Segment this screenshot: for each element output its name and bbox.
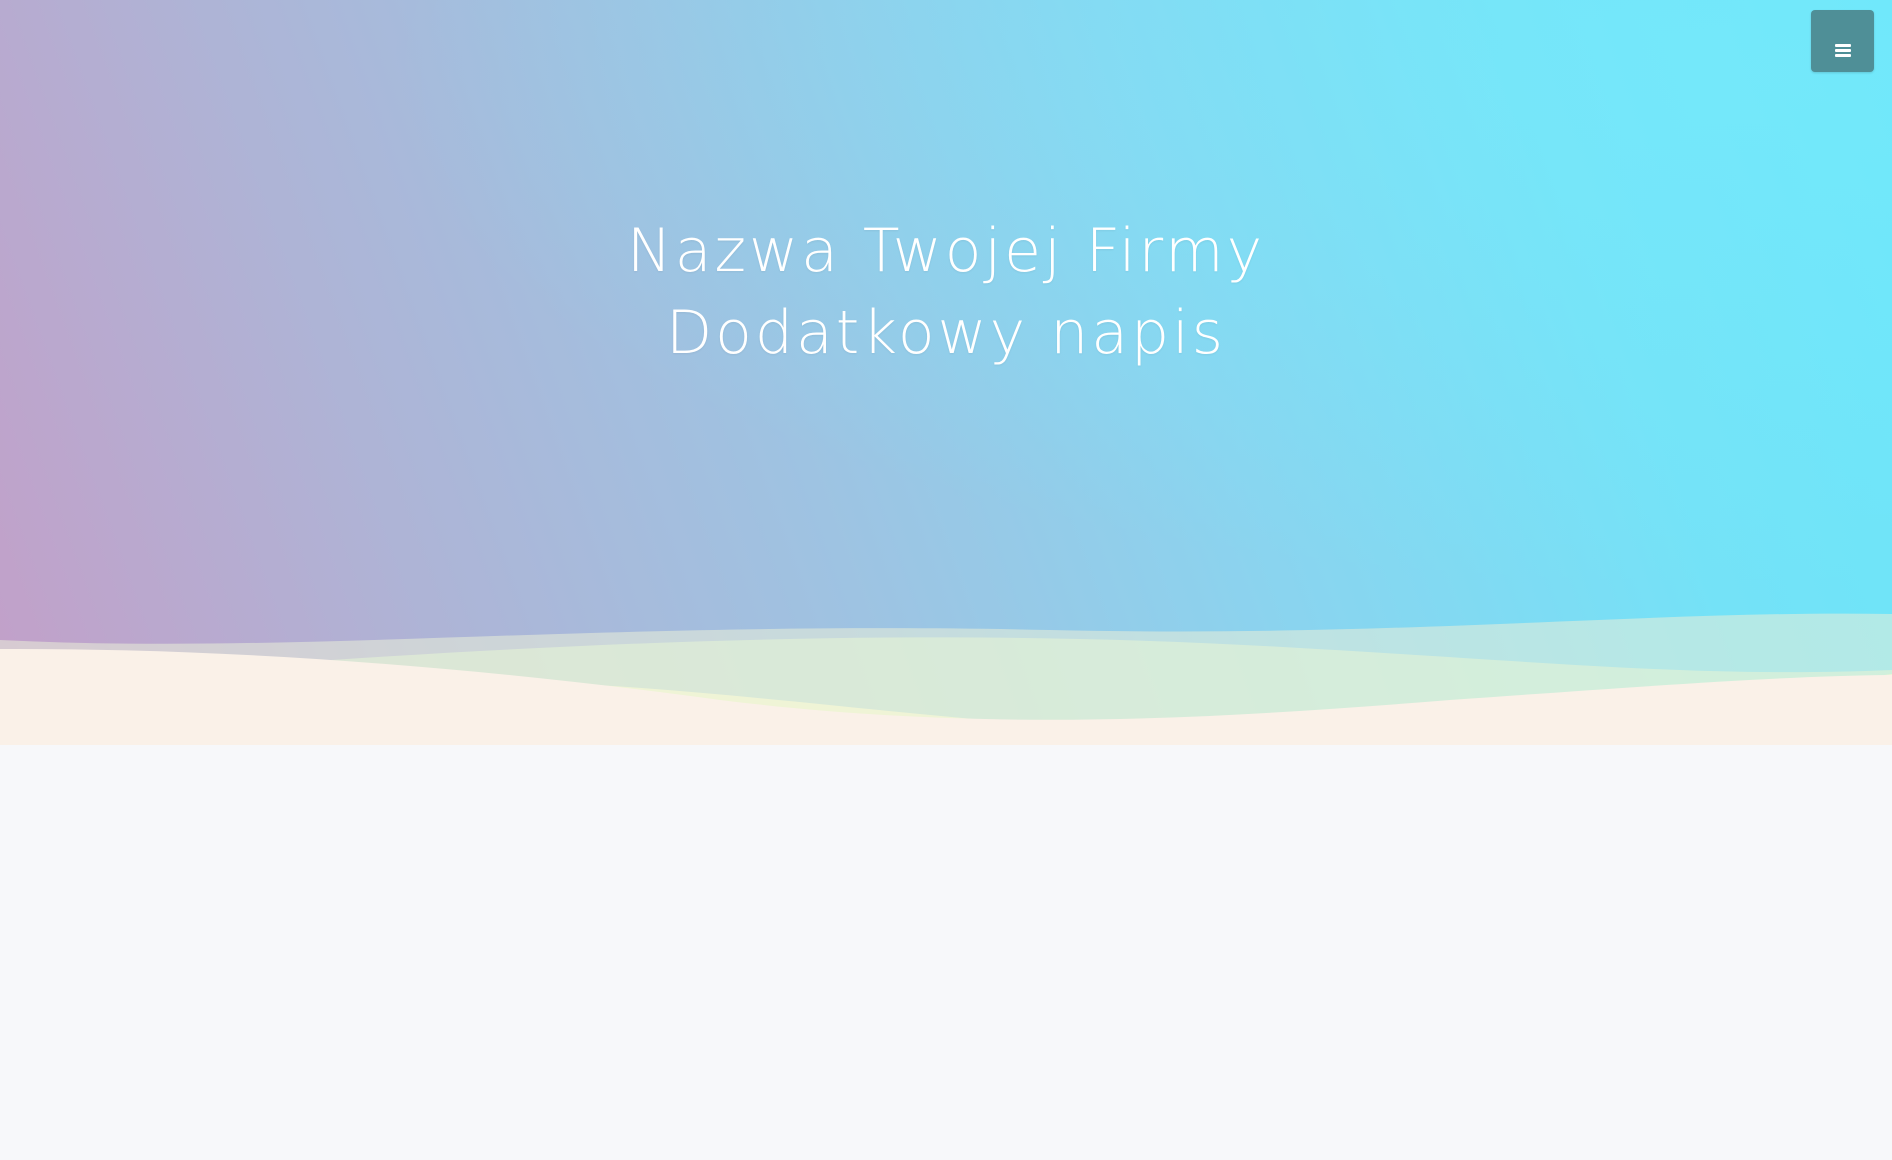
company-name: Nazwa Twojej Firmy — [626, 216, 1266, 286]
page: Nazwa Twojej Firmy Dodatkowy napis — [0, 0, 1892, 1160]
hamburger-menu-icon — [1835, 44, 1851, 57]
menu-toggle-button[interactable] — [1811, 10, 1874, 72]
hero-title: Nazwa Twojej Firmy Dodatkowy napis — [0, 210, 1892, 374]
wave-decoration — [0, 613, 1892, 745]
main-content — [0, 745, 1892, 1160]
hero-section: Nazwa Twojej Firmy Dodatkowy napis — [0, 0, 1892, 745]
tagline: Dodatkowy napis — [665, 298, 1227, 368]
